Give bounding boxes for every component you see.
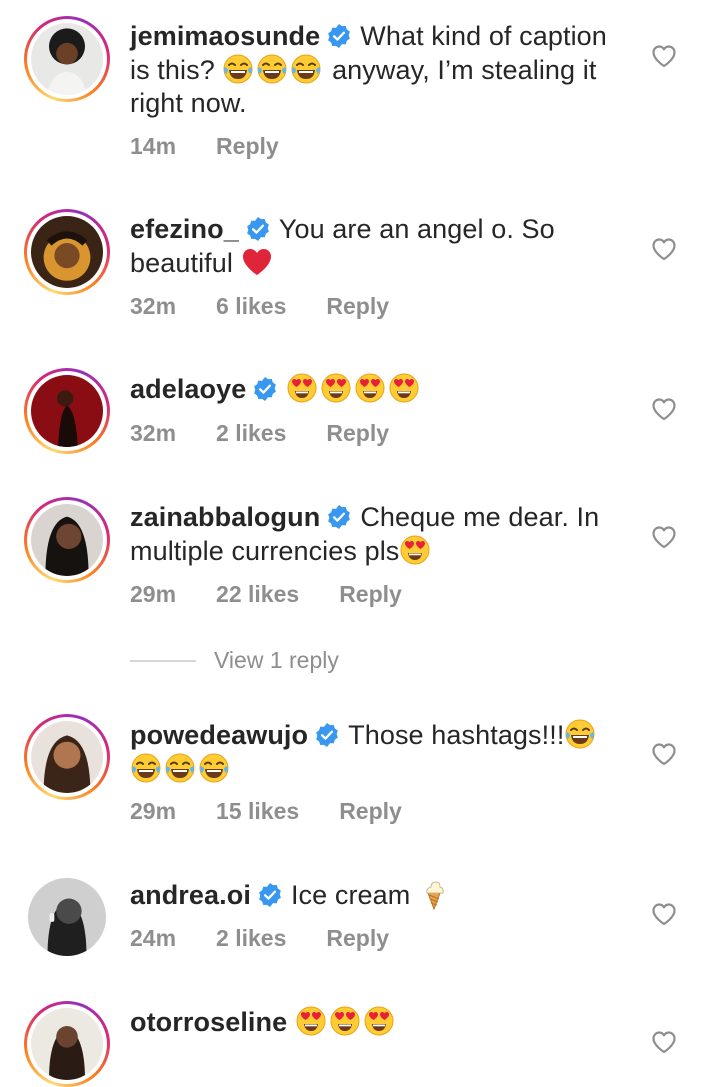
heart-outline-icon[interactable] bbox=[651, 44, 677, 68]
avatar[interactable] bbox=[31, 216, 103, 288]
likes-count[interactable]: 2 likes bbox=[216, 420, 286, 447]
smiling-face-with-heart-eyes-icon bbox=[329, 1005, 361, 1037]
verified-badge-icon bbox=[326, 504, 352, 530]
avatar[interactable] bbox=[31, 23, 103, 95]
heart-outline-icon[interactable] bbox=[651, 397, 677, 421]
comment-text: Cheque me dear. In bbox=[360, 502, 600, 532]
heart-outline-icon[interactable] bbox=[651, 525, 677, 549]
face-with-tears-of-joy-icon bbox=[130, 752, 162, 784]
likes-count[interactable]: 22 likes bbox=[216, 581, 299, 608]
face-with-tears-of-joy-icon bbox=[164, 752, 196, 784]
comment-username[interactable]: zainabbalogun bbox=[130, 502, 320, 532]
face-with-tears-of-joy-icon bbox=[198, 752, 230, 784]
avatar-story-ring[interactable] bbox=[24, 368, 110, 454]
comment-text: anyway, I’m stealing it bbox=[332, 55, 597, 85]
comment-timestamp: 29m bbox=[130, 798, 177, 824]
verified-badge-icon bbox=[252, 376, 278, 402]
avatar-story-ring[interactable] bbox=[24, 714, 110, 800]
comment-username[interactable]: andrea.oi bbox=[130, 880, 251, 910]
avatar[interactable] bbox=[28, 878, 106, 956]
comment-timestamp: 29m bbox=[130, 581, 177, 607]
reply-button[interactable]: Reply bbox=[216, 133, 279, 160]
smiling-face-with-heart-eyes-icon bbox=[399, 534, 431, 566]
comment-text: Ice cream bbox=[290, 880, 411, 910]
comment-text: multiple currencies pls bbox=[130, 536, 400, 566]
smiling-face-with-heart-eyes-icon bbox=[295, 1005, 327, 1037]
comment-timestamp: 14m bbox=[130, 133, 177, 159]
avatar-story-ring[interactable] bbox=[24, 497, 110, 583]
comment-timestamp: 32m bbox=[130, 420, 177, 446]
comment-text: What kind of caption bbox=[360, 21, 607, 51]
heart-outline-icon[interactable] bbox=[651, 902, 677, 926]
view-replies-label[interactable]: View 1 reply bbox=[214, 647, 339, 674]
red-heart-icon bbox=[241, 246, 273, 278]
face-with-tears-of-joy-icon bbox=[290, 53, 322, 85]
avatar[interactable] bbox=[31, 1008, 103, 1080]
heart-outline-icon[interactable] bbox=[651, 1030, 677, 1054]
smiling-face-with-heart-eyes-icon bbox=[388, 372, 420, 404]
likes-count[interactable]: 15 likes bbox=[216, 798, 299, 825]
reply-button[interactable]: Reply bbox=[326, 925, 389, 952]
smiling-face-with-heart-eyes-icon bbox=[363, 1005, 395, 1037]
avatar-story-ring[interactable] bbox=[24, 209, 110, 295]
comment-text: Those hashtags!!! bbox=[348, 720, 565, 750]
comment-username[interactable]: otorroseline bbox=[130, 1007, 287, 1037]
heart-outline-icon[interactable] bbox=[651, 742, 677, 766]
comment-text: right now. bbox=[130, 88, 247, 118]
view-replies-button[interactable]: View 1 reply bbox=[130, 647, 339, 674]
comment-text: is this? bbox=[130, 55, 215, 85]
verified-badge-icon bbox=[326, 23, 352, 49]
smiling-face-with-heart-eyes-icon bbox=[320, 372, 352, 404]
reply-button[interactable]: Reply bbox=[326, 420, 389, 447]
comment-timestamp: 32m bbox=[130, 293, 177, 319]
face-with-tears-of-joy-icon bbox=[222, 53, 254, 85]
smiling-face-with-heart-eyes-icon bbox=[286, 372, 318, 404]
comment-username[interactable]: efezino_ bbox=[130, 214, 239, 244]
verified-badge-icon bbox=[314, 722, 340, 748]
face-with-tears-of-joy-icon bbox=[564, 718, 596, 750]
reply-button[interactable]: Reply bbox=[339, 798, 402, 825]
reply-button[interactable]: Reply bbox=[339, 581, 402, 608]
face-with-tears-of-joy-icon bbox=[256, 53, 288, 85]
soft-ice-cream-icon bbox=[418, 878, 450, 910]
likes-count[interactable]: 6 likes bbox=[216, 293, 286, 320]
avatar-story-ring[interactable] bbox=[24, 16, 110, 102]
avatar[interactable] bbox=[31, 721, 103, 793]
avatar-story-ring[interactable] bbox=[24, 1001, 110, 1087]
comment-text: beautiful bbox=[130, 248, 233, 278]
divider bbox=[130, 659, 196, 662]
verified-badge-icon bbox=[257, 882, 283, 908]
reply-button[interactable]: Reply bbox=[326, 293, 389, 320]
avatar[interactable] bbox=[31, 504, 103, 576]
smiling-face-with-heart-eyes-icon bbox=[354, 372, 386, 404]
verified-badge-icon bbox=[245, 216, 271, 242]
comment-username[interactable]: adelaoye bbox=[130, 374, 246, 404]
avatar[interactable] bbox=[31, 375, 103, 447]
comment-text: You are an angel o. So bbox=[278, 214, 555, 244]
comment-timestamp: 24m bbox=[130, 925, 177, 951]
comment-username[interactable]: powedeawujo bbox=[130, 720, 308, 750]
heart-outline-icon[interactable] bbox=[651, 237, 677, 261]
comment-username[interactable]: jemimaosunde bbox=[130, 21, 320, 51]
likes-count[interactable]: 2 likes bbox=[216, 925, 286, 952]
